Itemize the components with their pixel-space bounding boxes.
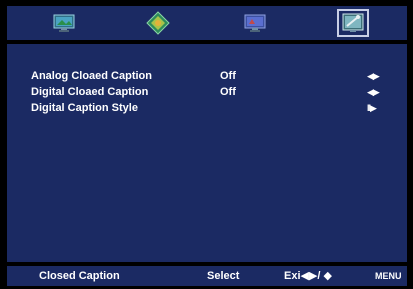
- menu-item-analog-caption-value[interactable]: Off: [220, 70, 236, 83]
- menu-item-digital-caption-value[interactable]: Off: [220, 86, 236, 99]
- footer-menu-hint: MENU: [375, 271, 402, 281]
- menu-item-analog-caption-nav-icon[interactable]: ◀▶: [367, 70, 380, 83]
- setup-icon[interactable]: [337, 9, 369, 37]
- footer-title: Closed Caption: [39, 270, 120, 282]
- menu-item-digital-caption-label[interactable]: Digital Cloaed Caption: [31, 86, 148, 99]
- picture-icon[interactable]: [49, 10, 79, 36]
- footer-select-hint: Select: [207, 270, 240, 282]
- menu-panel: Analog Cloaed Caption Off ◀▶ Digital Clo…: [7, 44, 407, 262]
- channel-icon[interactable]: [240, 10, 270, 36]
- menu-item-caption-style-enter-icon[interactable]: II▶: [367, 102, 377, 115]
- menu-item-caption-style-label[interactable]: Digital Caption Style: [31, 102, 138, 115]
- menu-tab-bar: [7, 6, 407, 40]
- menu-item-digital-caption-nav-icon[interactable]: ◀▶: [367, 86, 380, 99]
- menu-item-analog-caption-label[interactable]: Analog Cloaed Caption: [31, 70, 152, 83]
- footer-bar: Closed Caption Select Exi◀▶/ ◆ MENU: [7, 266, 407, 286]
- sound-icon[interactable]: [143, 10, 173, 36]
- footer-exit-hint: Exi◀▶/ ◆: [284, 270, 333, 282]
- osd-frame: Analog Cloaed Caption Off ◀▶ Digital Clo…: [0, 0, 413, 289]
